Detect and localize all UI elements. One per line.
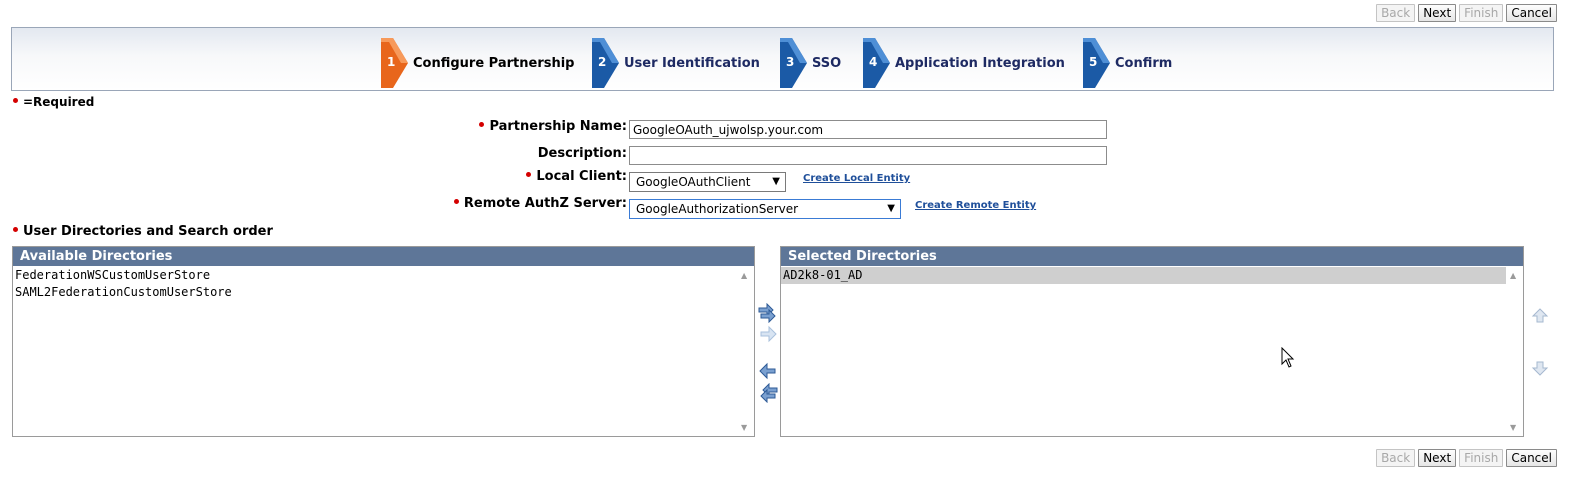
available-directories-list[interactable]: Available Directories FederationWSCustom… [12,246,755,437]
step-arrow-icon: 3 [780,38,808,88]
remote-authz-label-text: Remote AuthZ Server: [463,196,627,211]
available-directories-header: Available Directories [13,247,754,266]
step-label: User Identification [624,55,760,71]
remote-authz-label: Remote AuthZ Server: [453,196,627,211]
move-left-button[interactable] [757,361,779,381]
wizard-step-user-identification: 2 User Identification [592,38,760,88]
step-arrow-icon: 1 [381,38,409,88]
wizard-step-application-integration: 4 Application Integration [863,38,1065,88]
arrow-left-icon [759,362,776,380]
scrollbar[interactable]: ▲ ▼ [1506,267,1523,436]
cancel-button[interactable]: Cancel [1506,4,1557,22]
description-input[interactable] [629,146,1107,165]
step-arrow-icon: 5 [1083,38,1111,88]
finish-button[interactable]: Finish [1459,449,1504,467]
move-all-left-button[interactable] [757,383,779,403]
dropdown-arrow-icon: ▼ [772,176,780,187]
move-right-button[interactable] [757,324,779,344]
move-down-button[interactable] [1529,358,1551,378]
required-note-text: =Required [23,95,95,109]
arrow-up-icon [1531,308,1549,323]
move-up-button[interactable] [1529,306,1551,326]
step-label: Application Integration [895,55,1065,71]
cancel-button[interactable]: Cancel [1506,449,1557,467]
remote-authz-select[interactable]: GoogleAuthorizationServer ▼ [629,199,901,219]
available-directories-items: FederationWSCustomUserStore SAML2Federat… [13,267,737,436]
partnership-name-input[interactable] [629,120,1107,139]
step-number: 4 [869,55,878,69]
scrollbar[interactable]: ▲ ▼ [737,267,754,436]
wizard-step-confirm: 5 Confirm [1083,38,1172,88]
user-directories-title: User Directories and Search order [13,224,273,239]
arrow-right-icon [760,325,777,343]
required-dot-icon [13,227,18,232]
create-local-entity-link[interactable]: Create Local Entity [803,173,910,184]
back-button[interactable]: Back [1376,4,1416,22]
required-note: =Required [13,95,94,109]
required-dot-icon [526,172,532,177]
create-remote-entity-link[interactable]: Create Remote Entity [915,200,1036,211]
step-label: Configure Partnership [413,55,575,71]
description-label-text: Description: [537,146,627,161]
step-number: 5 [1089,55,1098,69]
description-label: Description: [538,146,627,161]
next-button[interactable]: Next [1418,4,1457,22]
wizard-stepper: 1 Configure Partnership 2 User Identific… [11,27,1554,91]
list-item[interactable]: FederationWSCustomUserStore [13,267,737,284]
scroll-down-icon[interactable]: ▼ [741,423,747,432]
required-dot-icon [479,122,485,127]
wizard-step-configure-partnership: 1 Configure Partnership [381,38,575,88]
scroll-up-icon[interactable]: ▲ [741,271,747,280]
local-client-label-text: Local Client: [536,169,627,184]
selected-directories-header: Selected Directories [781,247,1523,266]
required-dot-icon [453,199,459,204]
finish-button[interactable]: Finish [1459,4,1504,22]
double-arrow-left-icon [760,383,778,403]
partnership-name-label: Partnership Name: [479,119,627,134]
scroll-up-icon[interactable]: ▲ [1510,271,1516,280]
top-button-bar: Back Next Finish Cancel [1376,4,1557,22]
local-client-label: Local Client: [526,169,627,184]
arrow-down-icon [1531,361,1549,376]
partnership-name-label-text: Partnership Name: [489,119,627,134]
step-arrow-icon: 4 [863,38,891,88]
selected-directories-items: AD2k8-01_AD [781,267,1506,436]
scroll-down-icon[interactable]: ▼ [1510,423,1516,432]
mouse-cursor-icon [1281,347,1295,368]
step-label: Confirm [1115,55,1173,71]
user-directories-title-text: User Directories and Search order [23,224,273,239]
step-number: 1 [387,55,396,69]
remote-authz-value: GoogleAuthorizationServer [636,202,799,216]
back-button[interactable]: Back [1376,449,1416,467]
dropdown-arrow-icon: ▼ [887,203,895,214]
next-button[interactable]: Next [1418,449,1457,467]
local-client-value: GoogleOAuthClient [636,175,751,189]
step-number: 2 [598,55,607,69]
step-number: 3 [786,55,795,69]
required-dot-icon [13,98,18,103]
selected-directories-list[interactable]: Selected Directories AD2k8-01_AD ▲ ▼ [780,246,1524,437]
step-arrow-icon: 2 [592,38,620,88]
step-label: SSO [812,55,842,71]
double-arrow-right-icon [758,303,776,323]
list-item[interactable]: SAML2FederationCustomUserStore [13,284,737,301]
bottom-button-bar: Back Next Finish Cancel [1376,449,1557,467]
wizard-step-sso: 3 SSO [780,38,841,88]
move-all-right-button[interactable] [757,303,779,323]
list-item[interactable]: AD2k8-01_AD [781,267,1506,284]
local-client-select[interactable]: GoogleOAuthClient ▼ [629,172,786,192]
